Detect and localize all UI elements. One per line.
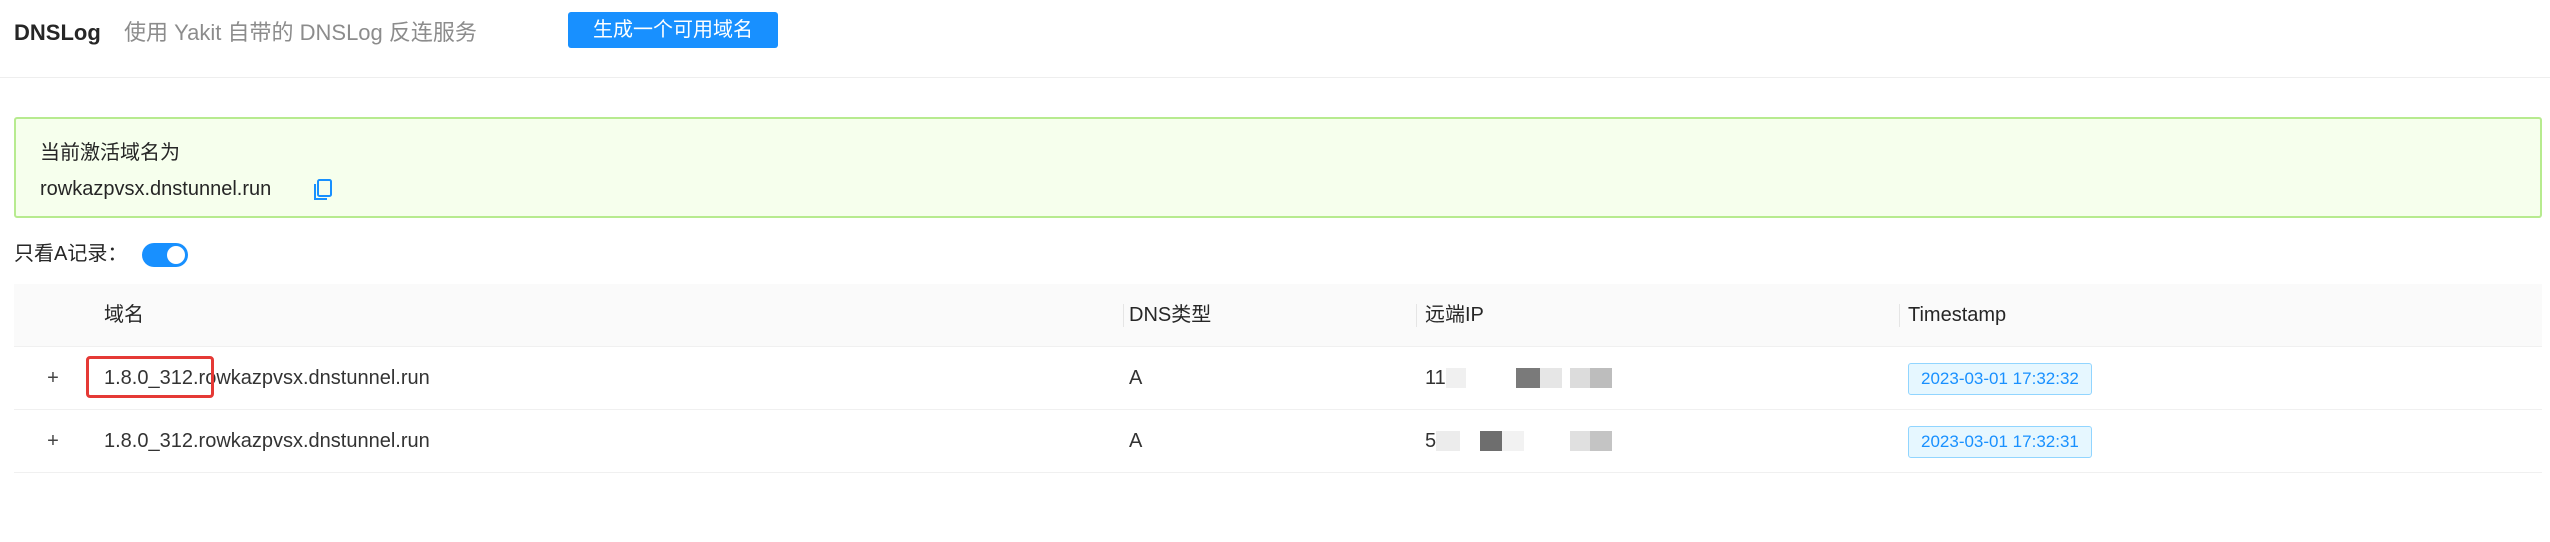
table-row[interactable]: + 1.8.0_312.rowkazpvsx.dnstunnel.run A 5…	[14, 410, 2542, 473]
redacted-ip	[1436, 431, 1460, 451]
row-remote-ip: 5	[1425, 430, 1437, 452]
expand-row-button[interactable]: +	[44, 431, 62, 451]
redacted-ip	[1516, 368, 1540, 388]
page-header: DNSLog 使用 Yakit 自带的 DNSLog 反连服务 生成一个可用域名	[0, 0, 2550, 78]
timestamp-tag: 2023-03-01 17:32:31	[1908, 426, 2092, 458]
dnslog-page: DNSLog 使用 Yakit 自带的 DNSLog 反连服务 生成一个可用域名…	[0, 0, 2550, 542]
redacted-ip	[1590, 431, 1612, 451]
table-row[interactable]: + 1.8.0_312.rowkazpvsx.dnstunnel.run A 1…	[14, 347, 2542, 410]
copy-icon[interactable]	[312, 178, 334, 202]
column-header-domain: 域名	[104, 304, 144, 326]
row-dns-type: A	[1129, 430, 1143, 452]
toggle-knob	[167, 246, 185, 264]
page-title: DNSLog	[14, 20, 101, 45]
column-divider	[1416, 304, 1417, 327]
generate-domain-button[interactable]: 生成一个可用域名	[568, 12, 778, 48]
redacted-ip	[1590, 368, 1612, 388]
alert-title: 当前激活域名为	[40, 142, 180, 164]
highlight-annotation	[86, 356, 214, 398]
expand-row-button[interactable]: +	[44, 368, 62, 388]
row-dns-type: A	[1129, 367, 1143, 389]
page-subtitle: 使用 Yakit 自带的 DNSLog 反连服务	[124, 20, 477, 45]
redacted-ip	[1570, 368, 1590, 388]
column-header-remote-ip: 远端IP	[1425, 304, 1484, 326]
redacted-ip	[1570, 431, 1590, 451]
timestamp-tag: 2023-03-01 17:32:32	[1908, 363, 2092, 395]
redacted-ip	[1502, 431, 1524, 451]
active-domain-alert: 当前激活域名为 rowkazpvsx.dnstunnel.run	[14, 117, 2542, 218]
a-record-filter-toggle[interactable]	[142, 243, 188, 267]
row-remote-ip: 11	[1425, 367, 1446, 389]
a-record-filter-label: 只看A记录：	[14, 243, 128, 265]
table-header: 域名 DNS类型 远端IP Timestamp	[14, 284, 2542, 347]
redacted-ip	[1446, 368, 1466, 388]
dnslog-table: 域名 DNS类型 远端IP Timestamp + 1.8.0_312.rowk…	[14, 284, 2542, 473]
active-domain: rowkazpvsx.dnstunnel.run	[40, 178, 272, 200]
column-divider	[1123, 304, 1124, 327]
redacted-ip	[1540, 368, 1562, 388]
row-domain: 1.8.0_312.rowkazpvsx.dnstunnel.run	[104, 430, 430, 452]
column-header-timestamp: Timestamp	[1908, 304, 2007, 326]
column-header-dns-type: DNS类型	[1129, 304, 1212, 326]
column-divider	[1899, 304, 1900, 327]
redacted-ip	[1480, 431, 1502, 451]
